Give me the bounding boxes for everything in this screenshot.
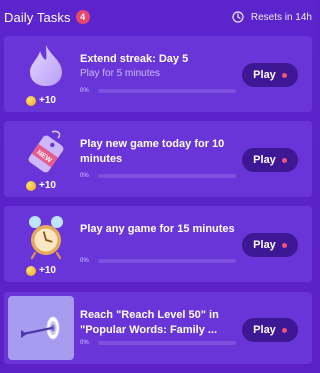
- reward-amount: +10: [39, 95, 56, 106]
- progress-bar: [98, 89, 236, 93]
- task-subtitle: Play for 5 minutes: [80, 68, 161, 79]
- reset-timer: Resets in 14h: [232, 11, 312, 23]
- task-title: Play new game today for 10 minutes: [80, 138, 225, 165]
- target-arrow-icon: [21, 316, 60, 340]
- daily-tasks-panel: Daily Tasks 4 Resets in 14h +10 Extend s…: [0, 0, 316, 373]
- progress-label: 0%: [80, 173, 89, 179]
- coin-icon: [26, 265, 36, 276]
- task-card: +10 Extend streak: Day 5 Play for 5 minu…: [4, 36, 312, 112]
- task-title: Play any game for 15 minutes: [80, 223, 235, 235]
- header: Daily Tasks 4 Resets in 14h: [0, 0, 316, 34]
- progress-bar: [98, 174, 236, 178]
- progress-bar: [98, 259, 236, 263]
- coin-icon: [26, 180, 36, 191]
- header-title-group: Daily Tasks 4: [4, 10, 90, 25]
- play-label: Play: [253, 69, 276, 81]
- progress-label: 0%: [80, 340, 89, 346]
- notification-dot: [281, 242, 287, 248]
- play-label: Play: [253, 324, 276, 336]
- alarm-clock-icon: [29, 216, 63, 260]
- reward-amount: +10: [39, 265, 56, 276]
- progress-label: 0%: [80, 258, 89, 264]
- task-card: NEW +10 Play new game today for 10 minut…: [4, 121, 312, 197]
- reward-amount: +10: [39, 180, 56, 191]
- play-label: Play: [253, 154, 276, 166]
- task-count-badge: 4: [75, 10, 90, 24]
- task-title: Extend streak: Day 5: [80, 53, 189, 65]
- task-title: Reach "Reach Level 50" in "Popular Words…: [80, 309, 219, 336]
- reward: +10: [26, 95, 56, 106]
- clock-icon: [232, 11, 244, 23]
- reset-text: Resets in 14h: [250, 11, 312, 23]
- progress-bar: [98, 341, 236, 345]
- task-card: Reach "Reach Level 50" in "Popular Words…: [4, 292, 312, 364]
- play-label: Play: [253, 239, 276, 251]
- play-button[interactable]: Play: [242, 318, 298, 342]
- notification-dot: [281, 327, 287, 333]
- coin-icon: [26, 95, 36, 106]
- reward: +10: [26, 265, 56, 276]
- new-tag-icon: NEW: [28, 130, 64, 173]
- progress-label: 0%: [80, 88, 89, 94]
- play-button[interactable]: Play: [242, 233, 298, 257]
- notification-dot: [281, 72, 287, 78]
- reward: +10: [26, 180, 56, 191]
- play-button[interactable]: Play: [242, 63, 298, 87]
- task-card: +10 Play any game for 15 minutes 0% Play: [4, 206, 312, 282]
- play-button[interactable]: Play: [242, 148, 298, 172]
- notification-dot: [281, 157, 287, 163]
- task-thumbnail: [8, 296, 74, 360]
- flame-icon: [30, 45, 62, 86]
- page-title: Daily Tasks: [4, 9, 71, 25]
